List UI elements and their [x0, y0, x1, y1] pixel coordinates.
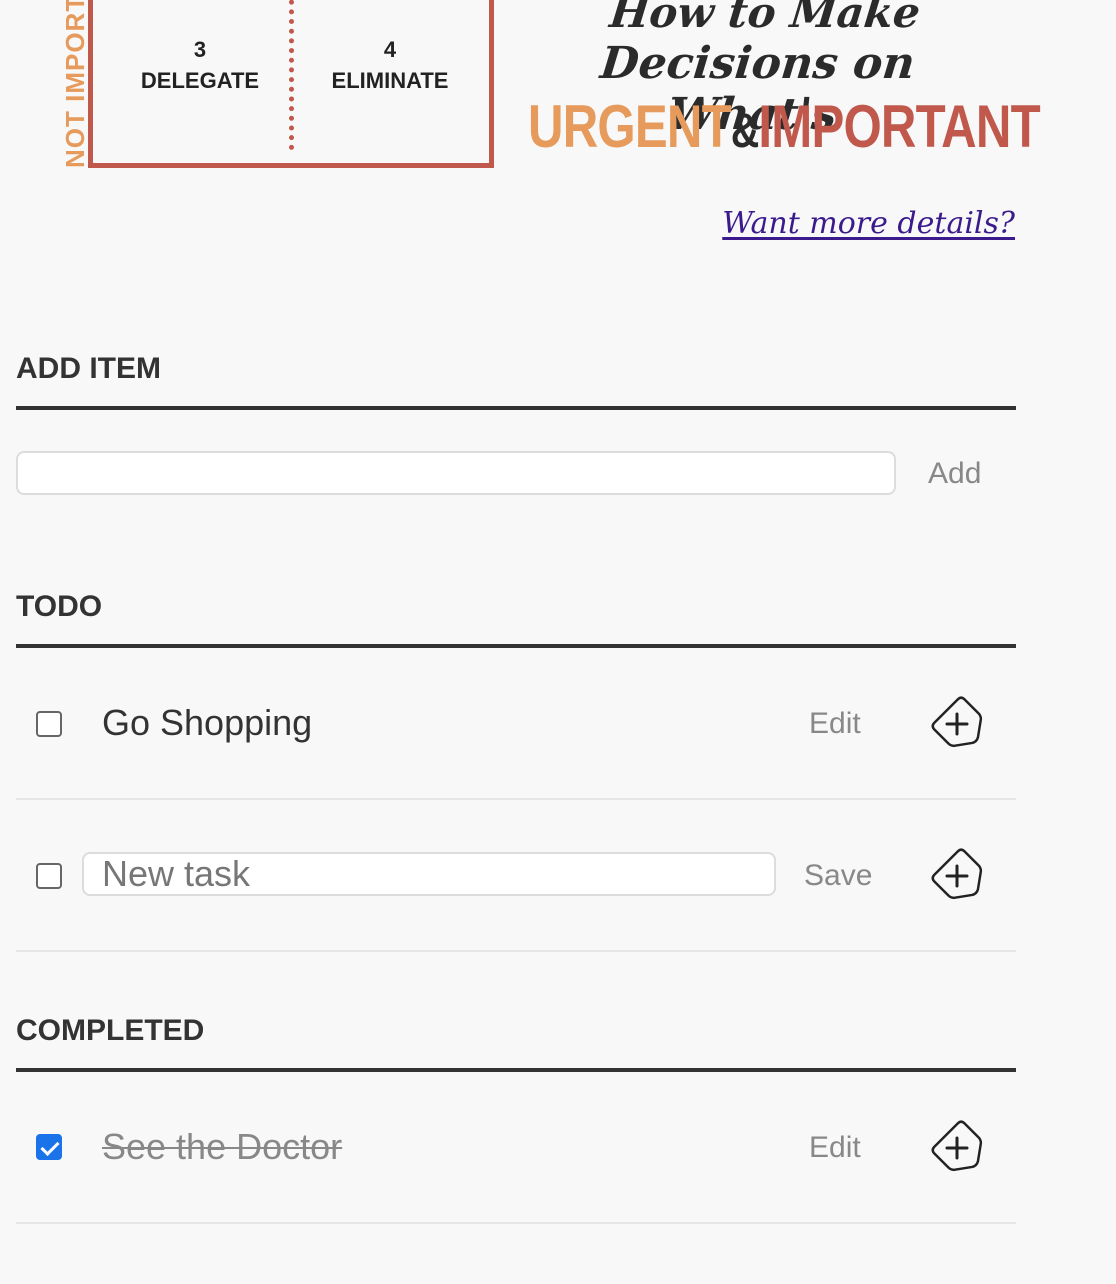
quadrant-number: 3: [193, 37, 207, 62]
completed-heading: COMPLETED: [16, 1014, 1016, 1072]
new-item-input[interactable]: [16, 451, 896, 495]
todo-item: Go Shopping Edit: [16, 648, 1016, 800]
task-checkbox[interactable]: [36, 863, 62, 889]
quadrant-eliminate: 4 ELIMINATE: [290, 34, 490, 96]
quadrant-delegate: 3 DELEGATE: [100, 34, 300, 96]
task-checkbox-checked[interactable]: [36, 1134, 62, 1160]
edit-button[interactable]: Edit: [809, 707, 861, 741]
todo-heading: TODO: [16, 590, 1016, 648]
add-item-heading: ADD ITEM: [16, 352, 1016, 410]
quadrant-number: 4: [383, 37, 397, 62]
add-button[interactable]: Add: [928, 457, 981, 491]
banner-title-line1: How to Make: [607, 0, 923, 37]
todo-item-editing: Save: [16, 800, 1016, 952]
save-button[interactable]: Save: [804, 859, 872, 893]
quadrant-label: ELIMINATE: [331, 68, 449, 93]
matrix-side-label: NOT IMPORTANT: [44, 0, 90, 175]
ampersand: &: [730, 105, 759, 158]
banner-title: How to Make Decisions on What's URGENT&I…: [520, 0, 1041, 160]
quadrant-label: DELEGATE: [140, 68, 260, 93]
not-important-label: NOT IMPORTANT: [60, 0, 90, 168]
urgent-word: URGENT: [528, 93, 732, 160]
task-label: Go Shopping: [102, 702, 313, 743]
completed-item: See the Doctor Edit: [16, 1072, 1016, 1224]
want-more-details-link[interactable]: Want more details?: [722, 206, 1015, 241]
task-label: See the Doctor: [102, 1126, 343, 1167]
tag-plus-icon[interactable]: [928, 693, 992, 757]
tag-plus-icon[interactable]: [928, 1117, 992, 1181]
tag-plus-icon[interactable]: [928, 845, 992, 909]
important-word: IMPORTANT: [758, 93, 1040, 160]
task-checkbox[interactable]: [36, 711, 62, 737]
eisenhower-banner-image: NOT IMPORTANT 3 DELEGATE 4 ELIMINATE How…: [0, 0, 1116, 185]
banner-title-line3: URGENT&IMPORTANT: [528, 93, 1041, 165]
edit-button[interactable]: Edit: [809, 1131, 861, 1165]
task-edit-input[interactable]: [82, 852, 776, 896]
